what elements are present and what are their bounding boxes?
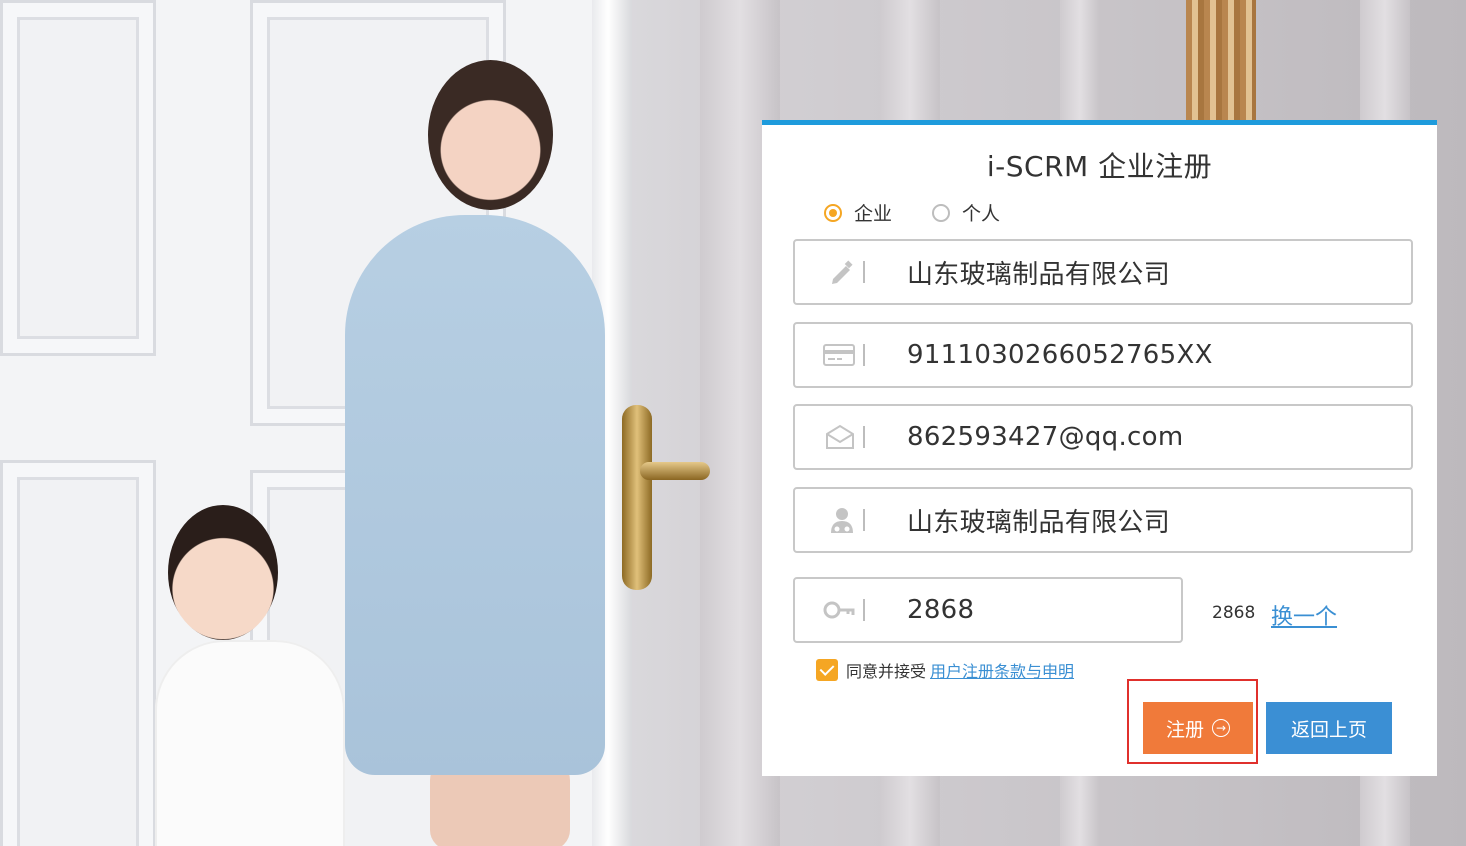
agreement-row: 同意并接受 用户注册条款与申明 <box>816 658 1074 682</box>
agree-label: 同意并接受 <box>846 662 927 681</box>
pencil-icon <box>795 259 855 285</box>
radio-unchecked-icon[interactable] <box>932 203 951 222</box>
divider <box>863 426 865 448</box>
captcha-field[interactable]: 2868 <box>793 577 1183 643</box>
arrow-right-icon: → <box>1212 719 1230 737</box>
door-handle <box>622 405 652 590</box>
radio-label: 个人 <box>962 203 1001 225</box>
agree-checkbox[interactable] <box>816 659 838 681</box>
divider <box>863 509 865 531</box>
email-field[interactable]: 862593427@qq.com <box>793 404 1413 470</box>
woman-dress <box>345 215 605 775</box>
divider <box>863 344 865 366</box>
door-panel <box>0 460 156 846</box>
refresh-captcha-link[interactable]: 换一个 <box>1271 599 1337 631</box>
girl-head <box>168 505 278 640</box>
company-name-input[interactable]: 山东玻璃制品有限公司 <box>907 254 1170 291</box>
register-button[interactable]: 注册 → <box>1143 702 1253 754</box>
captcha-input[interactable]: 2868 <box>907 595 974 625</box>
divider <box>863 261 865 283</box>
radio-enterprise[interactable]: 企业 <box>824 199 892 226</box>
envelope-icon <box>795 424 855 450</box>
radio-personal[interactable]: 个人 <box>932 199 1000 226</box>
door-panel <box>0 0 156 356</box>
back-button[interactable]: 返回上页 <box>1266 702 1392 754</box>
terms-link[interactable]: 用户注册条款与申明 <box>930 658 1074 682</box>
register-button-label: 注册 <box>1165 718 1204 741</box>
radio-checked-icon[interactable] <box>824 203 842 222</box>
company-name-field[interactable]: 山东玻璃制品有限公司 <box>793 239 1413 305</box>
card-icon <box>795 343 855 367</box>
account-type-group: 企业 个人 <box>824 199 1000 226</box>
email-input[interactable]: 862593427@qq.com <box>907 422 1183 452</box>
woman-head <box>428 60 553 210</box>
user-icon <box>795 506 855 534</box>
back-button-label: 返回上页 <box>1290 718 1367 741</box>
contact-field[interactable]: 山东玻璃制品有限公司 <box>793 487 1413 553</box>
page-title: i-SCRM 企业注册 <box>986 150 1213 183</box>
gold-trim <box>1186 0 1256 120</box>
key-icon <box>795 598 855 622</box>
door-lever <box>640 462 710 480</box>
girl-figure <box>155 640 345 846</box>
divider <box>863 599 865 621</box>
registration-panel: i-SCRM 企业注册 企业 个人 山东玻璃制品有限公司 91110302660… <box>762 120 1437 776</box>
contact-input[interactable]: 山东玻璃制品有限公司 <box>907 502 1170 539</box>
radio-label: 企业 <box>854 203 893 225</box>
credit-code-input[interactable]: 9111030266052765XX <box>907 340 1213 370</box>
credit-code-field[interactable]: 9111030266052765XX <box>793 322 1413 388</box>
captcha-code: 2868 <box>1212 603 1256 623</box>
